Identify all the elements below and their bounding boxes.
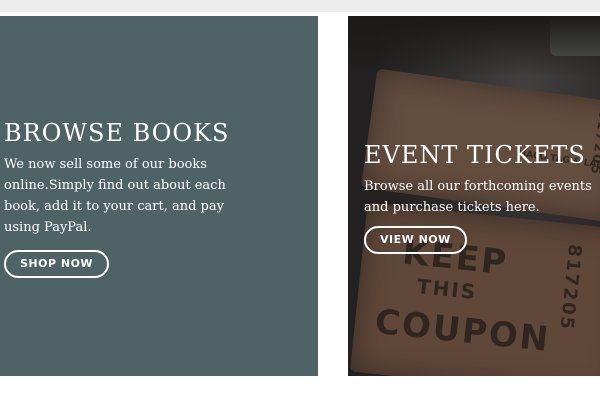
- browse-books-content: BROWSE BOOKS We now sell some of our boo…: [4, 118, 254, 278]
- browse-books-description: We now sell some of our books online.Sim…: [4, 157, 226, 235]
- event-tickets-title: EVENT TICKETS: [364, 141, 586, 169]
- browse-books-panel: BROWSE BOOKS We now sell some of our boo…: [0, 16, 318, 376]
- shop-now-button[interactable]: SHOP NOW: [4, 250, 110, 278]
- event-tickets-content: EVENT TICKETS Browse all our forthcoming…: [364, 140, 594, 254]
- event-tickets-description: Browse all our forthcoming events and pu…: [364, 179, 592, 215]
- event-tickets-panel: MACO TAG & LABEL 817205 KEEP THIS COUPON…: [348, 16, 600, 376]
- header-shadow-bar: [0, 0, 600, 12]
- browse-books-title: BROWSE BOOKS: [4, 119, 230, 147]
- view-now-button[interactable]: VIEW NOW: [364, 226, 467, 254]
